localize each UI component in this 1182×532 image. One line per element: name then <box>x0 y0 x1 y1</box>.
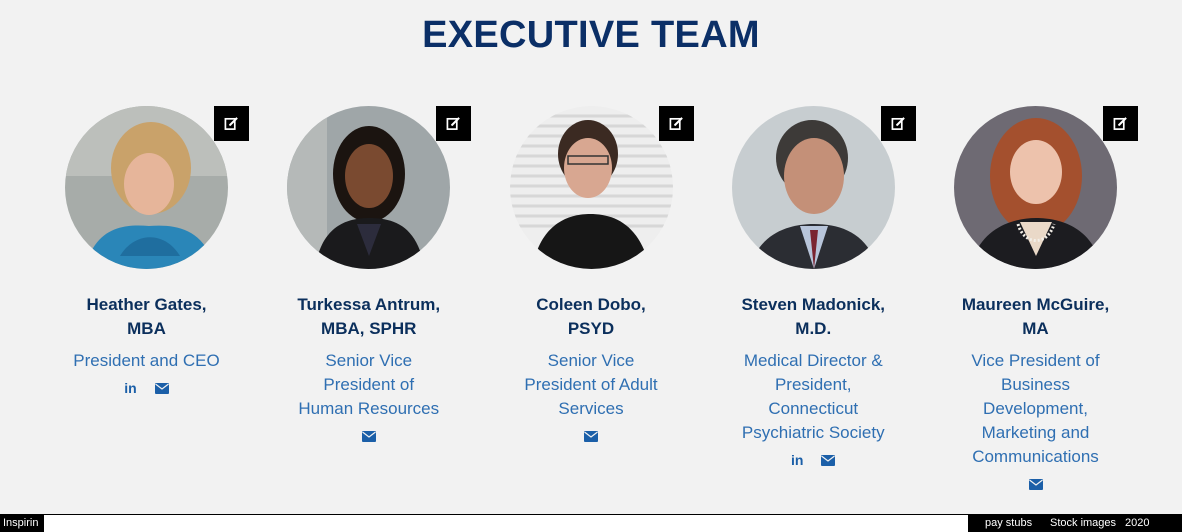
envelope-icon[interactable] <box>584 430 598 442</box>
member-photo <box>509 106 673 269</box>
bar-link-stock-images[interactable]: Stock images <box>1050 514 1116 532</box>
envelope-icon[interactable] <box>821 454 836 466</box>
edit-button[interactable] <box>1103 106 1138 141</box>
linkedin-icon[interactable]: in <box>124 380 136 396</box>
bar-label: Inspirin <box>3 517 39 529</box>
member-socials <box>925 473 1146 495</box>
team-member-card: Maureen McGuire, MA Vice President of Bu… <box>925 106 1146 495</box>
member-name: Coleen Dobo, PSYD <box>536 295 646 338</box>
envelope-icon[interactable] <box>361 430 376 442</box>
edit-icon <box>669 117 683 130</box>
member-name: Steven Madonick, M.D. <box>741 295 886 338</box>
team-member-card: Heather Gates, MBA President and CEO in <box>36 106 257 495</box>
member-photo <box>954 106 1117 269</box>
envelope-icon[interactable] <box>1028 478 1043 490</box>
member-role: Medical Director & President, Connecticu… <box>741 351 885 442</box>
member-role: Vice President of Business Development, … <box>971 351 1100 466</box>
page-title: EXECUTIVE TEAM <box>422 14 760 56</box>
edit-icon <box>446 117 461 130</box>
member-socials <box>258 425 479 447</box>
team-grid: Heather Gates, MBA President and CEO in <box>36 106 1146 495</box>
member-photo <box>65 106 228 269</box>
edit-button[interactable] <box>436 106 472 141</box>
member-socials: in <box>36 377 257 399</box>
edit-button[interactable] <box>658 106 694 141</box>
member-name: Maureen McGuire, MA <box>961 295 1110 338</box>
linkedin-icon[interactable]: in <box>791 452 803 468</box>
bar-link-pay-stubs[interactable]: pay stubs <box>985 514 1032 532</box>
bottom-ad-bar: Inspirin pay stubs Stock images 2020 Log… <box>0 514 1182 532</box>
member-role: Senior Vice President of Adult Services <box>524 351 658 418</box>
member-photo <box>287 106 451 269</box>
edit-icon <box>891 117 905 130</box>
member-photo <box>731 106 895 269</box>
team-member-card: Turkessa Antrum, MBA, SPHR Senior Vice P… <box>258 106 479 495</box>
team-member-card: Coleen Dobo, PSYD Senior Vice President … <box>481 106 702 495</box>
edit-button[interactable] <box>880 106 916 141</box>
member-socials <box>481 425 702 447</box>
member-name: Heather Gates, MBA <box>86 295 207 338</box>
edit-icon <box>224 117 238 130</box>
team-member-card: Steven Madonick, M.D. Medical Director &… <box>703 106 924 495</box>
envelope-icon[interactable] <box>154 382 169 394</box>
member-name: Turkessa Antrum, MBA, SPHR <box>297 295 441 338</box>
edit-button[interactable] <box>214 106 249 141</box>
bar-search-input[interactable] <box>44 515 968 532</box>
member-socials: in <box>703 449 924 471</box>
member-role: President and CEO <box>73 351 220 370</box>
edit-icon <box>1113 117 1127 130</box>
member-role: Senior Vice President of Human Resources <box>298 351 440 418</box>
bar-link-2020-logos[interactable]: 2020 Logos <box>1125 514 1182 532</box>
